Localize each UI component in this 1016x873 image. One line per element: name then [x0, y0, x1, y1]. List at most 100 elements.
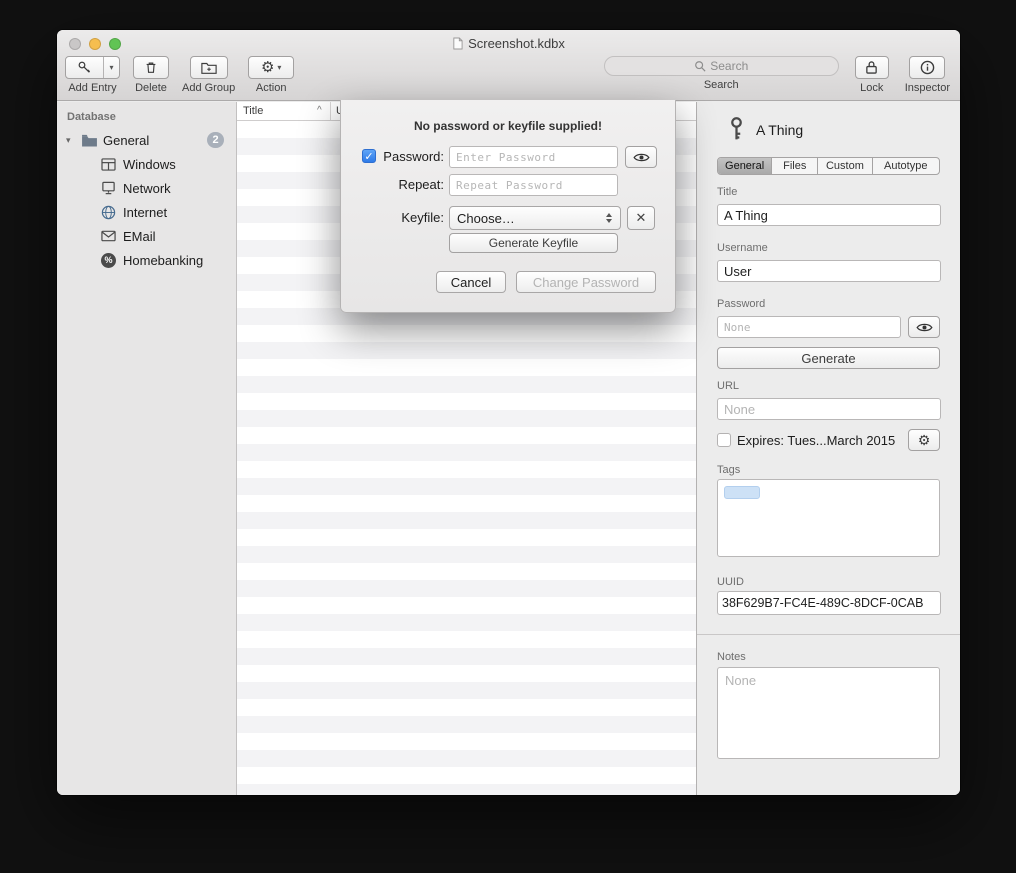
add-group-button[interactable] [190, 56, 228, 79]
sidebar-section-header: Database [57, 102, 236, 128]
action-button[interactable]: ⚙ ▾ [248, 56, 294, 79]
generate-keyfile-button[interactable]: Generate Keyfile [449, 233, 618, 253]
lock-icon [865, 60, 878, 75]
inspector-button[interactable] [909, 56, 945, 79]
tool-add-entry: ▾ Add Entry [65, 56, 120, 94]
keyfile-popup-button[interactable]: Choose… [449, 206, 621, 230]
username-input[interactable] [717, 260, 941, 282]
keyfile-row: Keyfile: Choose… ✕ [341, 206, 675, 230]
gear-icon: ⚙ [261, 60, 274, 75]
repeat-password-input[interactable] [449, 174, 618, 196]
info-icon [920, 60, 935, 75]
inspector-tabs: General Files Custom Autotype [717, 157, 940, 175]
enter-password-input[interactable] [449, 146, 618, 168]
app-window: Screenshot.kdbx ▾ Add Entry Delete [57, 30, 960, 795]
notes-label: Notes [717, 651, 746, 663]
sidebar-item-internet[interactable]: Internet [57, 200, 236, 224]
keyfile-label: Keyfile: [341, 210, 444, 225]
tab-general[interactable]: General [718, 158, 772, 174]
tags-box[interactable] [717, 479, 940, 557]
popup-stepper-icon [601, 213, 617, 223]
password-row: ✓ Password: [341, 146, 675, 168]
clear-keyfile-button[interactable]: ✕ [627, 206, 655, 230]
uuid-input[interactable] [717, 591, 941, 615]
lock-label: Lock [860, 82, 883, 94]
uuid-label: UUID [717, 576, 744, 588]
expires-checkbox[interactable] [717, 433, 731, 447]
generate-password-button[interactable]: Generate [717, 347, 940, 369]
sidebar-item-label: Homebanking [123, 253, 203, 268]
sidebar-item-label: Network [123, 181, 171, 196]
tab-autotype[interactable]: Autotype [873, 158, 939, 174]
network-icon [101, 181, 116, 195]
add-entry-button[interactable]: ▾ [65, 56, 120, 79]
tool-search: Search Search [604, 56, 839, 91]
url-input[interactable] [717, 398, 941, 420]
notes-box[interactable]: None [717, 667, 940, 759]
tool-delete: Delete [133, 56, 169, 94]
add-group-label: Add Group [182, 82, 235, 94]
folder-plus-icon [201, 61, 217, 74]
reveal-password-button[interactable] [625, 146, 657, 168]
change-password-button[interactable]: Change Password [516, 271, 656, 293]
tags-label: Tags [717, 464, 740, 476]
chevron-down-icon[interactable]: ▾ [104, 57, 119, 78]
globe-icon [101, 205, 116, 220]
window-title: Screenshot.kdbx [468, 36, 565, 51]
key-plus-icon [66, 57, 104, 78]
search-placeholder: Search [710, 59, 748, 73]
search-label: Search [704, 79, 739, 91]
sidebar-item-label: Internet [123, 205, 167, 220]
sidebar-item-network[interactable]: Network [57, 176, 236, 200]
url-field-label: URL [717, 380, 739, 392]
inspector-divider [697, 634, 960, 635]
delete-label: Delete [135, 82, 167, 94]
eye-icon [633, 152, 650, 163]
add-entry-label: Add Entry [68, 82, 116, 94]
document-icon [452, 37, 463, 50]
sidebar-item-homebanking[interactable]: % Homebanking [57, 248, 236, 272]
sidebar-item-email[interactable]: EMail [57, 224, 236, 248]
tag-token[interactable] [724, 486, 760, 499]
keyfile-selected-value: Choose… [450, 211, 601, 226]
sheet-buttons: Cancel Change Password [436, 271, 656, 293]
sort-ascending-icon: ^ [317, 105, 322, 116]
titlebar-toolbar: Screenshot.kdbx ▾ Add Entry Delete [57, 30, 960, 101]
reveal-password-button[interactable] [908, 316, 940, 338]
change-password-sheet: No password or keyfile supplied! ✓ Passw… [340, 100, 676, 313]
sidebar-group-label: General [103, 133, 149, 148]
password-field-label: Password [717, 298, 765, 310]
tab-custom[interactable]: Custom [818, 158, 872, 174]
sidebar-item-windows[interactable]: Windows [57, 152, 236, 176]
key-icon [729, 116, 744, 144]
disclosure-triangle-icon[interactable]: ▾ [66, 135, 76, 146]
tool-action: ⚙ ▾ Action [248, 56, 294, 94]
search-input[interactable]: Search [604, 56, 839, 76]
sidebar-group-general[interactable]: ▾ General 2 [57, 128, 236, 152]
cancel-button[interactable]: Cancel [436, 271, 506, 293]
sidebar-item-label: EMail [123, 229, 156, 244]
tool-lock: Lock [855, 56, 889, 94]
tool-inspector: Inspector [905, 56, 950, 94]
action-label: Action [256, 82, 287, 94]
eye-icon [916, 322, 933, 333]
trash-icon [144, 60, 158, 75]
expires-settings-button[interactable]: ⚙ [908, 429, 940, 451]
tab-files[interactable]: Files [772, 158, 818, 174]
title-input[interactable] [717, 204, 941, 226]
search-icon [694, 60, 706, 72]
password-input[interactable] [717, 316, 901, 338]
window-title-area: Screenshot.kdbx [57, 36, 960, 51]
column-divider[interactable] [330, 102, 331, 120]
gear-icon: ⚙ [918, 433, 931, 447]
chevron-down-icon: ▾ [277, 63, 281, 72]
column-header-title[interactable]: Title [243, 105, 263, 117]
repeat-row: Repeat: [341, 174, 675, 196]
expires-label: Expires: Tues...March 2015 [737, 433, 895, 448]
inspector-panel: A Thing General Files Custom Autotype Ti… [696, 102, 960, 795]
lock-button[interactable] [855, 56, 889, 79]
delete-button[interactable] [133, 56, 169, 79]
repeat-label: Repeat: [341, 177, 444, 192]
password-label: Password: [341, 149, 444, 164]
username-field-label: Username [717, 242, 768, 254]
